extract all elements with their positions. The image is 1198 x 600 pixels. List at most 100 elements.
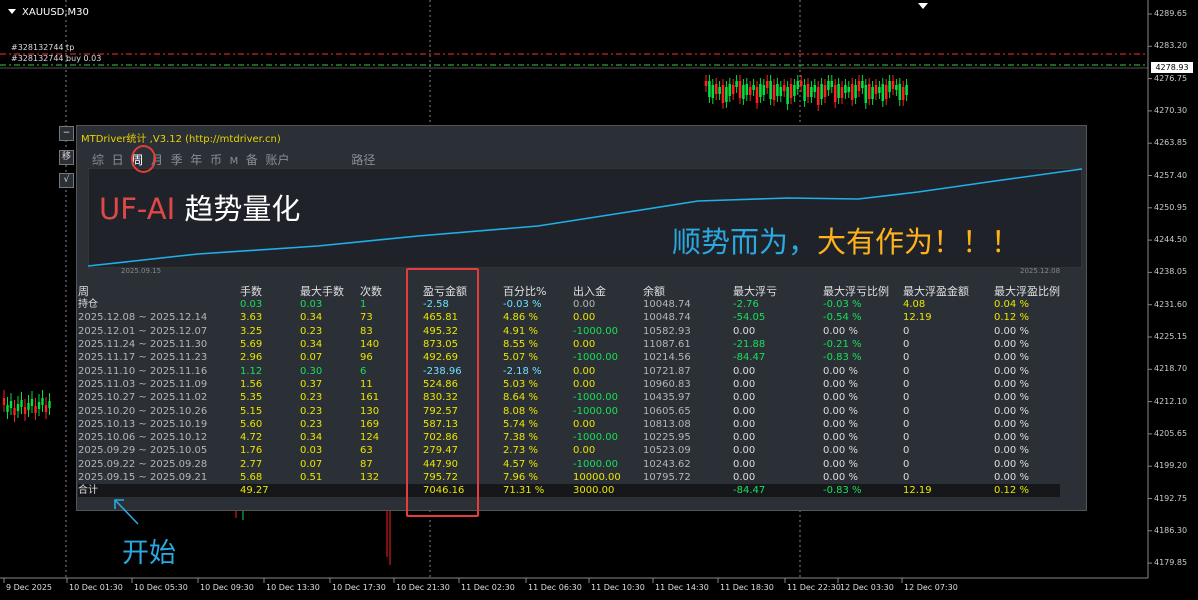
table-cell: 0.12 % xyxy=(994,484,1060,498)
column-header[interactable]: 最大浮亏比例 xyxy=(823,284,903,298)
column-header[interactable]: 出入金 xyxy=(573,284,643,298)
tab-account[interactable]: 账户 xyxy=(266,153,290,167)
table-cell: 0.00 % xyxy=(823,472,858,483)
table-cell: 持仓 xyxy=(78,299,98,311)
table-cell: 1.56 xyxy=(240,378,263,390)
price-label: 4192.75 xyxy=(1154,493,1188,503)
price-label: 4231.60 xyxy=(1154,299,1188,309)
table-cell: 0.00 % xyxy=(994,325,1029,337)
time-label: 11 Dec 06:30 xyxy=(528,583,582,592)
table-cell: 7.38 % xyxy=(503,432,538,444)
table-cell: 0.00 % xyxy=(994,445,1029,457)
collapse-triangle-icon[interactable] xyxy=(918,3,928,9)
table-cell: 3.63 xyxy=(240,312,263,324)
column-header[interactable]: 手数 xyxy=(240,284,300,298)
price-label: 4225.15 xyxy=(1154,332,1188,341)
table-row: 2025.10.20 ~ 2025.10.26 5.15 0.23 130 792.57… xyxy=(78,404,1060,417)
table-cell: 0.03 xyxy=(300,445,323,457)
table-row: 2025.09.29 ~ 2025.10.05 1.76 0.03 63 279.47 2… xyxy=(78,444,1060,457)
tab-currency[interactable]: 币 xyxy=(210,153,222,167)
price-label: 4218.70 xyxy=(1154,364,1188,374)
time-label: 12 Dec 03:30 xyxy=(840,583,894,592)
time-label: 9 Dec 2025 xyxy=(6,583,53,592)
column-header[interactable]: 最大浮亏 xyxy=(733,284,823,298)
slogan-title: UF-AI 趋势量化 xyxy=(99,192,301,226)
table-cell: 0.30 xyxy=(300,365,323,377)
tab-magic[interactable]: M xyxy=(230,156,239,167)
tab-day[interactable]: 日 xyxy=(112,153,124,167)
table-cell: 5.60 xyxy=(240,418,263,430)
price-label: 4289.65 xyxy=(1154,9,1188,18)
table-cell: 10225.95 xyxy=(643,432,691,444)
table-cell: 0.00 % xyxy=(994,339,1029,351)
table-cell: 5.03 % xyxy=(503,378,538,390)
table-cell: -2.18 % xyxy=(503,365,542,377)
tab-path[interactable]: 路径 xyxy=(351,153,375,167)
minimize-button[interactable]: − xyxy=(59,126,74,141)
table-cell: 0 xyxy=(903,432,910,444)
table-cell: 10960.83 xyxy=(643,378,691,390)
price-label: 4263.85 xyxy=(1154,138,1188,148)
time-label: 11 Dec 18:30 xyxy=(720,583,774,592)
table-cell: 2025.12.08 ~ 2025.12.14 xyxy=(78,312,208,324)
table-cell: -2.76 xyxy=(733,299,759,311)
table-cell: 2025.10.27 ~ 2025.11.02 xyxy=(78,392,208,404)
table-cell xyxy=(300,484,360,498)
column-header[interactable]: 最大浮盈金额 xyxy=(903,284,994,298)
column-header[interactable]: 余额 xyxy=(643,284,733,298)
table-cell: 10582.93 xyxy=(643,325,691,337)
order-tp-label: #328132744 tp xyxy=(11,43,75,52)
dropdown-triangle-icon[interactable] xyxy=(8,9,16,14)
column-header[interactable]: 周 xyxy=(78,284,240,298)
table-cell: 0.00 xyxy=(733,325,756,337)
table-cell: 1.76 xyxy=(240,445,263,457)
table-cell: 8.55 % xyxy=(503,339,538,351)
table-cell: -0.03 % xyxy=(503,299,542,311)
table-cell: 0.00 % xyxy=(823,365,858,377)
tab-year[interactable]: 年 xyxy=(190,153,202,167)
table-cell: 3000.00 xyxy=(573,484,643,498)
tab-overview[interactable]: 综 xyxy=(92,153,104,167)
table-cell: 10000.00 xyxy=(573,472,621,483)
table-cell: 2025.11.24 ~ 2025.11.30 xyxy=(78,339,208,351)
time-label: 11 Dec 14:30 xyxy=(655,583,709,592)
price-label: 4199.20 xyxy=(1154,461,1188,471)
column-header[interactable]: 百分比% xyxy=(503,284,573,298)
check-button[interactable]: √ xyxy=(59,173,74,188)
table-cell: 0 xyxy=(903,472,910,483)
table-cell: 0 xyxy=(903,458,910,470)
table-cell: 0.00 xyxy=(733,418,756,430)
price-label: 4244.50 xyxy=(1154,235,1188,245)
tab-quarter[interactable]: 季 xyxy=(171,153,183,167)
table-cell: 0.00 % xyxy=(823,458,858,470)
table-cell: 12.19 xyxy=(903,312,932,324)
time-label: 11 Dec 10:30 xyxy=(591,583,645,592)
table-cell: 10721.87 xyxy=(643,365,691,377)
price-label: 4276.75 xyxy=(1154,73,1188,83)
table-cell: 0.00 xyxy=(733,378,756,390)
column-header[interactable]: 最大浮盈比例 xyxy=(994,284,1060,298)
table-cell: 4.91 % xyxy=(503,325,538,337)
move-button[interactable]: 移 xyxy=(59,150,74,165)
table-cell: 10523.09 xyxy=(643,445,691,457)
table-cell: 10813.08 xyxy=(643,418,691,430)
column-header[interactable]: 最大手数 xyxy=(300,284,360,298)
tab-note[interactable]: 备 xyxy=(246,153,258,167)
symbol-label: XAUUSD,M30 xyxy=(8,7,89,18)
table-cell: 5.69 xyxy=(240,339,263,351)
time-label: 10 Dec 13:30 xyxy=(266,583,320,592)
table-cell: 0.00 xyxy=(573,299,596,311)
price-label: 4270.30 xyxy=(1154,105,1188,115)
table-cell: 0 xyxy=(903,392,910,404)
total-row: 合计 49.27 7046.16 71.31 % 3000.00 -84.47 -0.83 … xyxy=(78,484,1060,498)
table-cell: -0.21 % xyxy=(823,339,862,351)
table-row: 2025.11.03 ~ 2025.11.09 1.56 0.37 11 524.86 5… xyxy=(78,378,1060,391)
table-cell: 0.00 xyxy=(733,432,756,444)
highlight-box xyxy=(406,268,479,517)
table-cell: 0.23 xyxy=(300,405,323,417)
price-label: 4283.20 xyxy=(1154,41,1188,51)
table-cell: 0.07 xyxy=(300,352,323,364)
table-cell: 10048.74 xyxy=(643,299,691,311)
table-cell: 10243.62 xyxy=(643,458,691,470)
table-cell: -1000.00 xyxy=(573,392,618,404)
